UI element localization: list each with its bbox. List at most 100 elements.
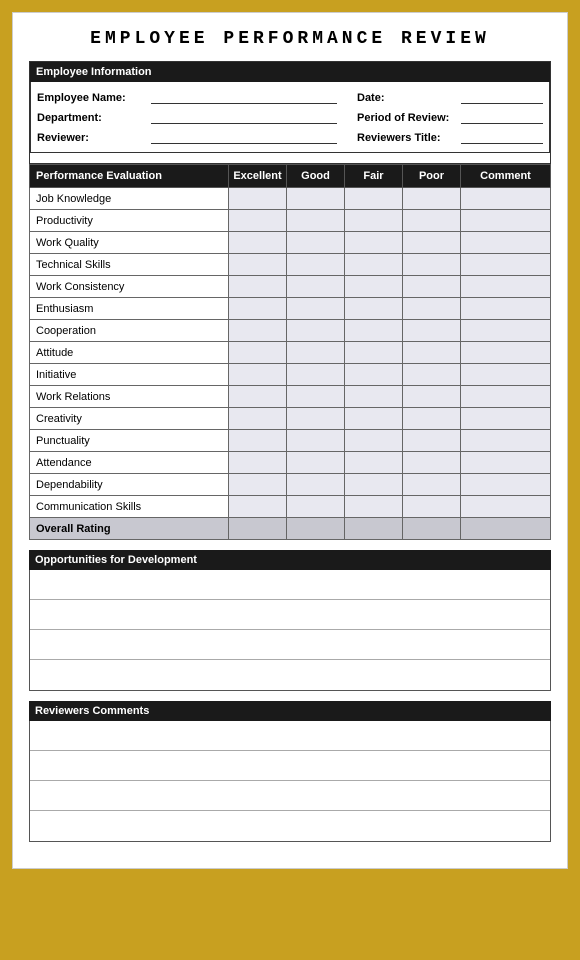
rating-cell[interactable] <box>345 342 403 364</box>
rating-cell[interactable] <box>403 342 461 364</box>
employee-name-input[interactable] <box>151 90 337 104</box>
rating-cell[interactable] <box>345 496 403 518</box>
reviewer-input[interactable] <box>151 130 337 144</box>
rating-cell[interactable] <box>403 320 461 342</box>
rating-cell[interactable] <box>287 298 345 320</box>
row-label: Work Relations <box>30 386 229 408</box>
date-input[interactable] <box>461 90 543 104</box>
rating-cell[interactable] <box>229 364 287 386</box>
opportunities-lines <box>29 570 551 691</box>
rating-cell[interactable] <box>229 518 287 540</box>
rating-cell[interactable] <box>345 320 403 342</box>
rating-cell[interactable] <box>287 496 345 518</box>
comment-cell[interactable] <box>461 386 551 408</box>
rating-cell[interactable] <box>403 452 461 474</box>
rating-cell[interactable] <box>287 518 345 540</box>
rating-cell[interactable] <box>403 298 461 320</box>
rating-cell[interactable] <box>345 210 403 232</box>
rating-cell[interactable] <box>229 474 287 496</box>
rating-cell[interactable] <box>345 518 403 540</box>
reviewers-comment-line-2[interactable] <box>30 751 550 781</box>
rating-cell[interactable] <box>403 364 461 386</box>
rating-cell[interactable] <box>403 276 461 298</box>
comment-cell[interactable] <box>461 408 551 430</box>
reviewers-comment-line-1[interactable] <box>30 721 550 751</box>
rating-cell[interactable] <box>287 276 345 298</box>
rating-cell[interactable] <box>345 254 403 276</box>
rating-cell[interactable] <box>345 232 403 254</box>
comment-cell[interactable] <box>461 210 551 232</box>
reviewers-comment-line-3[interactable] <box>30 781 550 811</box>
comment-cell[interactable] <box>461 430 551 452</box>
rating-cell[interactable] <box>287 254 345 276</box>
comment-cell[interactable] <box>461 254 551 276</box>
rating-cell[interactable] <box>403 474 461 496</box>
comment-cell[interactable] <box>461 474 551 496</box>
rating-cell[interactable] <box>403 518 461 540</box>
rating-cell[interactable] <box>345 474 403 496</box>
rating-cell[interactable] <box>287 188 345 210</box>
rating-cell[interactable] <box>229 320 287 342</box>
rating-cell[interactable] <box>345 452 403 474</box>
rating-cell[interactable] <box>345 276 403 298</box>
rating-cell[interactable] <box>403 496 461 518</box>
rating-cell[interactable] <box>403 232 461 254</box>
department-input[interactable] <box>151 110 337 124</box>
rating-cell[interactable] <box>403 430 461 452</box>
rating-cell[interactable] <box>345 364 403 386</box>
opportunities-line-4[interactable] <box>30 660 550 690</box>
comment-cell[interactable] <box>461 342 551 364</box>
rating-cell[interactable] <box>229 386 287 408</box>
rating-cell[interactable] <box>287 232 345 254</box>
comment-cell[interactable] <box>461 188 551 210</box>
rating-cell[interactable] <box>229 430 287 452</box>
rating-cell[interactable] <box>229 408 287 430</box>
rating-cell[interactable] <box>345 298 403 320</box>
rating-cell[interactable] <box>287 342 345 364</box>
period-input[interactable] <box>461 110 543 124</box>
comment-cell[interactable] <box>461 276 551 298</box>
rating-cell[interactable] <box>229 342 287 364</box>
rating-cell[interactable] <box>287 386 345 408</box>
comment-cell[interactable] <box>461 298 551 320</box>
comment-cell[interactable] <box>461 320 551 342</box>
rating-cell[interactable] <box>345 386 403 408</box>
rating-cell[interactable] <box>403 254 461 276</box>
rating-cell[interactable] <box>287 430 345 452</box>
rating-cell[interactable] <box>229 232 287 254</box>
rating-cell[interactable] <box>229 452 287 474</box>
opportunities-line-1[interactable] <box>30 570 550 600</box>
rating-cell[interactable] <box>229 254 287 276</box>
rating-cell[interactable] <box>229 496 287 518</box>
period-field-group: Period of Review: <box>357 110 543 124</box>
col-header-fair: Fair <box>345 165 403 188</box>
rating-cell[interactable] <box>403 386 461 408</box>
comment-cell[interactable] <box>461 452 551 474</box>
comment-cell[interactable] <box>461 496 551 518</box>
table-row: Enthusiasm <box>30 298 551 320</box>
rating-cell[interactable] <box>403 210 461 232</box>
rating-cell[interactable] <box>345 188 403 210</box>
rating-cell[interactable] <box>229 188 287 210</box>
comment-cell[interactable] <box>461 232 551 254</box>
rating-cell[interactable] <box>403 408 461 430</box>
opportunities-line-2[interactable] <box>30 600 550 630</box>
rating-cell[interactable] <box>345 430 403 452</box>
rating-cell[interactable] <box>229 298 287 320</box>
rating-cell[interactable] <box>229 210 287 232</box>
opportunities-line-3[interactable] <box>30 630 550 660</box>
reviewers-comments-header: Reviewers Comments <box>29 701 551 721</box>
rating-cell[interactable] <box>287 364 345 386</box>
reviewers-title-input[interactable] <box>461 130 543 144</box>
comment-cell[interactable] <box>461 364 551 386</box>
comment-cell[interactable] <box>461 518 551 540</box>
rating-cell[interactable] <box>287 452 345 474</box>
rating-cell[interactable] <box>287 474 345 496</box>
rating-cell[interactable] <box>287 320 345 342</box>
rating-cell[interactable] <box>403 188 461 210</box>
rating-cell[interactable] <box>345 408 403 430</box>
rating-cell[interactable] <box>229 276 287 298</box>
reviewers-comment-line-4[interactable] <box>30 811 550 841</box>
rating-cell[interactable] <box>287 210 345 232</box>
rating-cell[interactable] <box>287 408 345 430</box>
